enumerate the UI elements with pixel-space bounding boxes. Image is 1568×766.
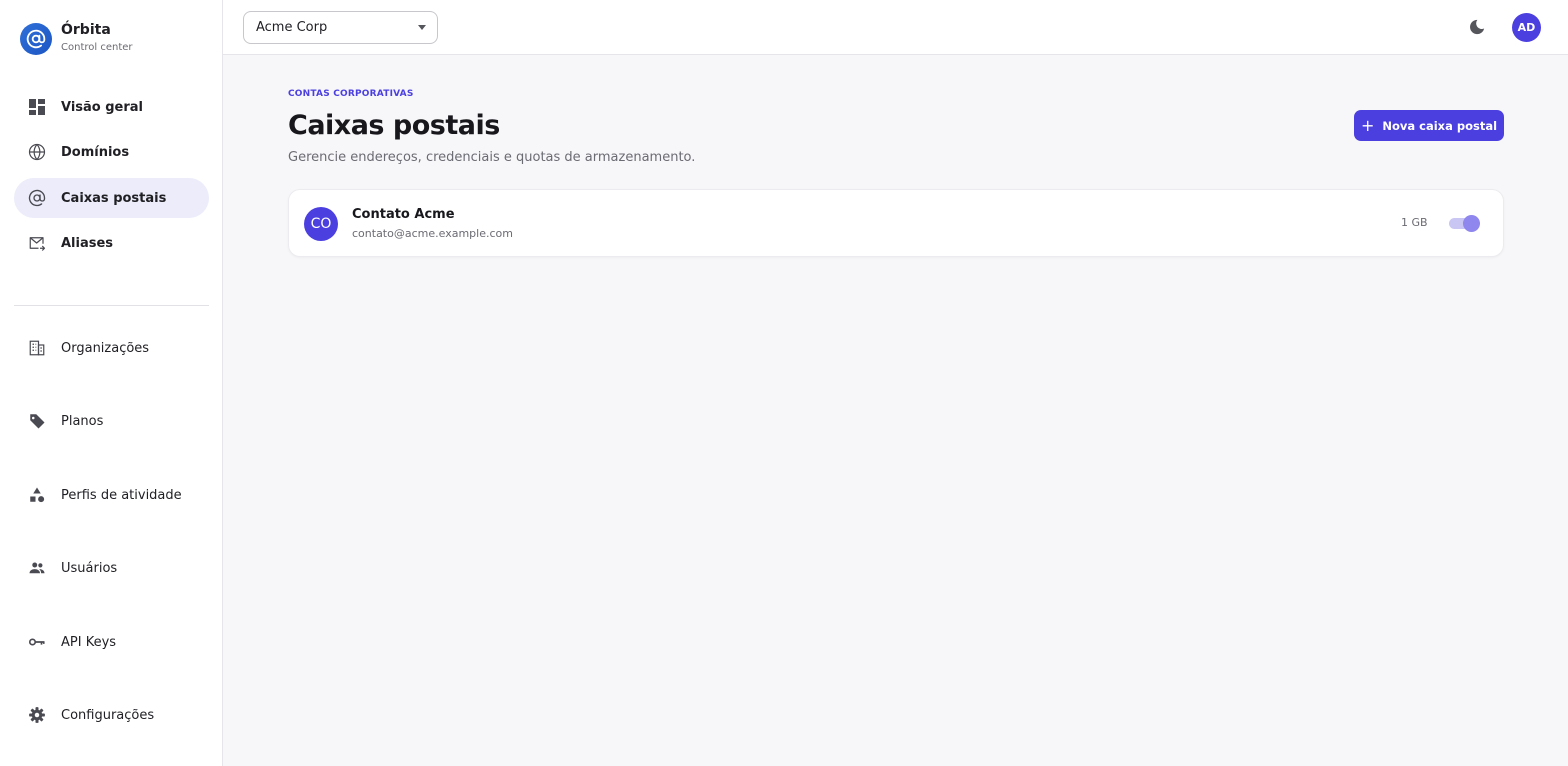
brand-logo-icon — [20, 22, 52, 55]
mailbox-quota: 1 GB — [1401, 216, 1428, 229]
sidebar-item-label: Visão geral — [61, 99, 144, 115]
sidebar-item-configuracoes[interactable]: Configurações — [14, 695, 209, 735]
sidebar-item-caixas-postais[interactable]: Caixas postais — [14, 178, 209, 218]
sidebar-item-label: Organizações — [61, 340, 150, 356]
page-eyebrow: CONTAS CORPORATIVAS — [288, 89, 414, 99]
sidebar-item-label: Domínios — [61, 144, 130, 160]
sidebar-item-label: Usuários — [61, 560, 118, 576]
at-sign-icon — [27, 188, 47, 208]
sidebar-item-aliases[interactable]: Aliases — [14, 223, 209, 263]
topbar: Acme Corp AD — [223, 0, 1568, 55]
shapes-icon — [27, 485, 47, 505]
mail-forward-icon — [27, 233, 47, 253]
sidebar-item-label: Caixas postais — [61, 190, 167, 206]
mailbox-row[interactable]: CO Contato Acme contato@acme.example.com… — [288, 189, 1504, 257]
new-mailbox-button[interactable]: + Nova caixa postal — [1354, 110, 1504, 141]
mailbox-email: contato@acme.example.com — [352, 227, 513, 240]
sidebar-item-planos[interactable]: Planos — [14, 401, 209, 441]
dashboard-icon — [27, 97, 47, 117]
gear-icon — [27, 705, 47, 725]
sidebar-item-usuarios[interactable]: Usuários — [14, 548, 209, 588]
mailbox-avatar: CO — [304, 207, 338, 241]
caret-down-icon — [418, 25, 426, 30]
sidebar-item-organizacoes[interactable]: Organizações — [14, 328, 209, 368]
organization-select-value: Acme Corp — [256, 20, 328, 35]
page-title: Caixas postais — [288, 110, 500, 141]
users-icon — [27, 558, 47, 578]
toggle-thumb — [1463, 215, 1480, 232]
sidebar-divider — [14, 305, 209, 306]
sidebar-item-dominios[interactable]: Domínios — [14, 132, 209, 172]
sidebar: Órbita Control center Visão geral Domíni… — [0, 0, 223, 766]
brand-title: Órbita — [61, 22, 111, 38]
sidebar-item-label: Planos — [61, 413, 104, 429]
tag-icon — [27, 411, 47, 431]
sidebar-item-label: Aliases — [61, 235, 114, 251]
theme-toggle-button[interactable] — [1466, 16, 1488, 38]
mailbox-name: Contato Acme — [352, 207, 455, 222]
mailbox-enabled-toggle[interactable] — [1449, 215, 1480, 232]
building-icon — [27, 338, 47, 358]
sidebar-item-perfis[interactable]: Perfis de atividade — [14, 475, 209, 515]
new-mailbox-button-label: Nova caixa postal — [1382, 118, 1498, 133]
user-avatar[interactable]: AD — [1512, 13, 1541, 42]
brand[interactable]: Órbita Control center — [20, 22, 133, 55]
plus-icon: + — [1360, 115, 1375, 135]
globe-icon — [27, 142, 47, 162]
page-subtitle: Gerencie endereços, credenciais e quotas… — [288, 150, 696, 165]
brand-subtitle: Control center — [61, 42, 133, 53]
sidebar-item-label: Perfis de atividade — [61, 487, 182, 503]
moon-icon — [1470, 19, 1485, 35]
key-icon — [27, 632, 47, 652]
sidebar-item-label: Configurações — [61, 707, 155, 723]
sidebar-item-api-keys[interactable]: API Keys — [14, 622, 209, 662]
organization-select[interactable]: Acme Corp — [243, 11, 438, 44]
sidebar-item-label: API Keys — [61, 634, 117, 650]
sidebar-item-visao-geral[interactable]: Visão geral — [14, 87, 209, 127]
